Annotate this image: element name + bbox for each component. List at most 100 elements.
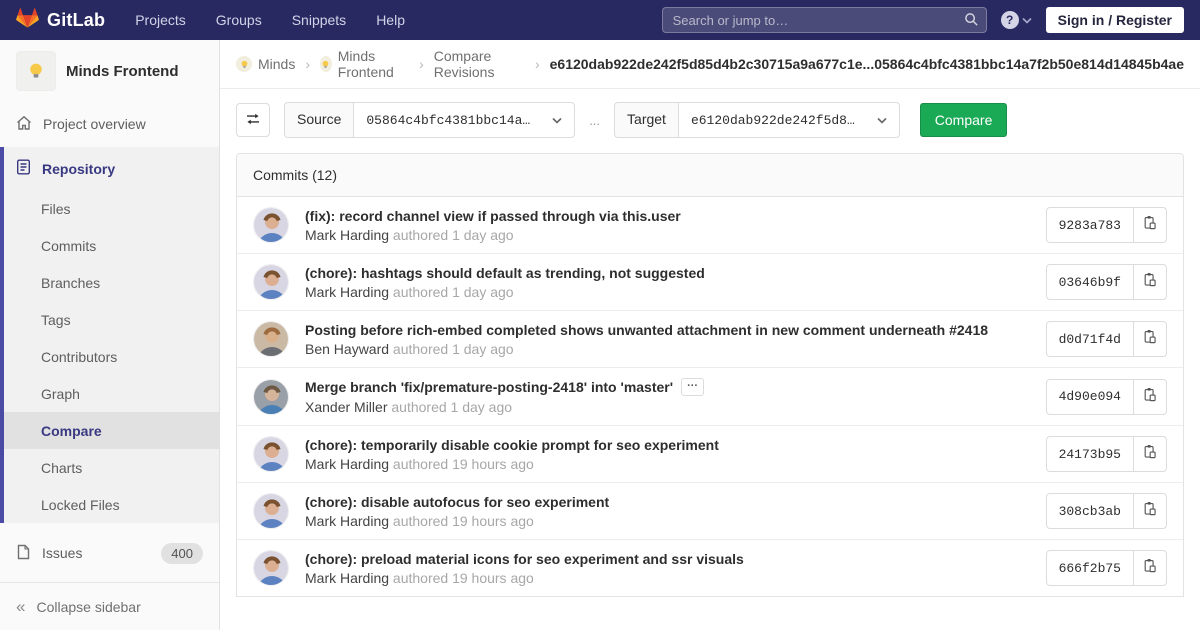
collapse-sidebar-button[interactable]: « Collapse sidebar (0, 582, 219, 630)
user-avatar[interactable] (253, 379, 289, 415)
commit-options-button[interactable]: ··· (681, 378, 704, 396)
commit-meta: authored 1 day ago (389, 341, 514, 357)
sidebar-item-charts[interactable]: Charts (4, 449, 219, 486)
sidebar-item-issues[interactable]: Issues 400 (0, 531, 219, 575)
user-avatar[interactable] (253, 493, 289, 529)
source-revision-value: 05864c4bfc4381bbc14a… (366, 113, 530, 128)
commit-sha-link[interactable]: 03646b9f (1047, 269, 1133, 296)
commit-row: (chore): temporarily disable cookie prom… (237, 425, 1183, 482)
commit-sha-link[interactable]: 308cb3ab (1047, 498, 1133, 525)
commit-title-link[interactable]: (chore): hashtags should default as tren… (305, 265, 705, 281)
sidebar-item-project-overview[interactable]: Project overview (0, 103, 219, 145)
commit-sha-link[interactable]: 9283a783 (1047, 212, 1133, 239)
swap-revisions-button[interactable] (236, 103, 270, 137)
sidebar-item-files[interactable]: Files (4, 190, 219, 227)
commit-meta: authored 19 hours ago (389, 456, 534, 472)
gitlab-logo[interactable]: GitLab (16, 7, 105, 34)
document-icon (16, 159, 31, 178)
commit-author-link[interactable]: Mark Harding (305, 227, 389, 243)
commit-row: (chore): disable autofocus for seo exper… (237, 482, 1183, 539)
sidebar-item-tags[interactable]: Tags (4, 301, 219, 338)
commit-title-link[interactable]: Posting before rich-embed completed show… (305, 322, 988, 338)
commit-sha-group: 9283a783 (1046, 207, 1167, 243)
sidebar-project-link[interactable]: Minds Frontend (0, 40, 219, 103)
user-avatar[interactable] (253, 264, 289, 300)
user-avatar[interactable] (253, 550, 289, 586)
commit-sha-group: 24173b95 (1046, 436, 1167, 472)
logo-wordmark: GitLab (47, 10, 105, 31)
copy-sha-button[interactable] (1133, 551, 1166, 585)
compare-form: Source 05864c4bfc4381bbc14a… ... Target … (220, 89, 1200, 153)
user-avatar[interactable] (253, 207, 289, 243)
commit-row: Merge branch 'fix/premature-posting-2418… (237, 367, 1183, 425)
copy-sha-button[interactable] (1133, 494, 1166, 528)
sidebar-item-contributors[interactable]: Contributors (4, 338, 219, 375)
commit-title-link[interactable]: Merge branch 'fix/premature-posting-2418… (305, 379, 673, 395)
search-input[interactable] (662, 7, 987, 33)
commit-author-link[interactable]: Mark Harding (305, 570, 389, 586)
sidebar-item-locked-files[interactable]: Locked Files (4, 486, 219, 523)
commit-meta: authored 19 hours ago (389, 570, 534, 586)
clipboard-copy-icon (1143, 558, 1157, 578)
sidebar-item-compare[interactable]: Compare (4, 412, 219, 449)
swap-icon (245, 111, 261, 130)
chevron-down-icon (877, 111, 887, 129)
user-avatar[interactable] (253, 321, 289, 357)
copy-sha-button[interactable] (1133, 437, 1166, 471)
nav-help[interactable]: Help (376, 12, 405, 28)
commit-sha-group: 03646b9f (1046, 264, 1167, 300)
gitlab-app: GitLab Projects Groups Snippets Help ? (0, 0, 1200, 630)
sidebar-item-branches[interactable]: Branches (4, 264, 219, 301)
group-avatar-lightbulb-icon (236, 56, 252, 72)
commit-sha-link[interactable]: 666f2b75 (1047, 555, 1133, 582)
commit-author-link[interactable]: Ben Hayward (305, 341, 389, 357)
nav-projects[interactable]: Projects (135, 12, 186, 28)
commit-sha-link[interactable]: 24173b95 (1047, 441, 1133, 468)
commit-meta: authored 1 day ago (389, 227, 514, 243)
commit-title-link[interactable]: (chore): temporarily disable cookie prom… (305, 437, 719, 453)
commit-author-link[interactable]: Xander Miller (305, 399, 387, 415)
breadcrumb-compare-revisions[interactable]: Compare Revisions (434, 48, 525, 80)
commit-sha-group: d0d71f4d (1046, 321, 1167, 357)
search-icon (964, 12, 979, 32)
project-avatar-lightbulb-icon (320, 56, 332, 72)
commits-panel: Commits (12) (fix): record channel view … (236, 153, 1184, 597)
breadcrumb-label: Minds (258, 56, 295, 72)
commit-sha-link[interactable]: 4d90e094 (1047, 383, 1133, 410)
copy-sha-button[interactable] (1133, 322, 1166, 356)
sidebar-item-graph[interactable]: Graph (4, 375, 219, 412)
sidebar-project-name: Minds Frontend (66, 63, 179, 80)
help-menu-button[interactable]: ? (1001, 11, 1032, 29)
copy-sha-button[interactable] (1133, 380, 1166, 414)
breadcrumb-group[interactable]: Minds (236, 56, 295, 72)
range-dots: ... (589, 113, 600, 128)
commit-title-link[interactable]: (fix): record channel view if passed thr… (305, 208, 681, 224)
target-revision-dropdown[interactable]: e6120dab922de242f5d8… (678, 102, 900, 138)
commit-meta: authored 1 day ago (387, 399, 512, 415)
user-avatar[interactable] (253, 436, 289, 472)
breadcrumb-project[interactable]: Minds Frontend (320, 48, 409, 80)
commit-title-link[interactable]: (chore): preload material icons for seo … (305, 551, 744, 567)
commit-author-link[interactable]: Mark Harding (305, 513, 389, 529)
home-icon (16, 115, 32, 134)
commit-title-link[interactable]: (chore): disable autofocus for seo exper… (305, 494, 609, 510)
commit-list: (fix): record channel view if passed thr… (237, 197, 1183, 596)
commit-row: (fix): record channel view if passed thr… (237, 197, 1183, 253)
sidebar-item-commits[interactable]: Commits (4, 227, 219, 264)
copy-sha-button[interactable] (1133, 265, 1166, 299)
sidebar-item-repository[interactable]: Repository (4, 147, 219, 190)
sidebar-item-label: Repository (42, 161, 115, 177)
commit-author-link[interactable]: Mark Harding (305, 284, 389, 300)
copy-sha-button[interactable] (1133, 208, 1166, 242)
commit-author-link[interactable]: Mark Harding (305, 456, 389, 472)
source-revision-dropdown[interactable]: 05864c4bfc4381bbc14a… (353, 102, 575, 138)
compare-button[interactable]: Compare (920, 103, 1008, 137)
breadcrumb-separator: › (419, 56, 424, 72)
chevron-down-icon (552, 111, 562, 129)
commit-sha-link[interactable]: d0d71f4d (1047, 326, 1133, 353)
nav-snippets[interactable]: Snippets (292, 12, 346, 28)
sign-in-button[interactable]: Sign in / Register (1046, 7, 1184, 33)
nav-groups[interactable]: Groups (216, 12, 262, 28)
target-label: Target (614, 102, 678, 138)
question-icon: ? (1001, 11, 1019, 29)
